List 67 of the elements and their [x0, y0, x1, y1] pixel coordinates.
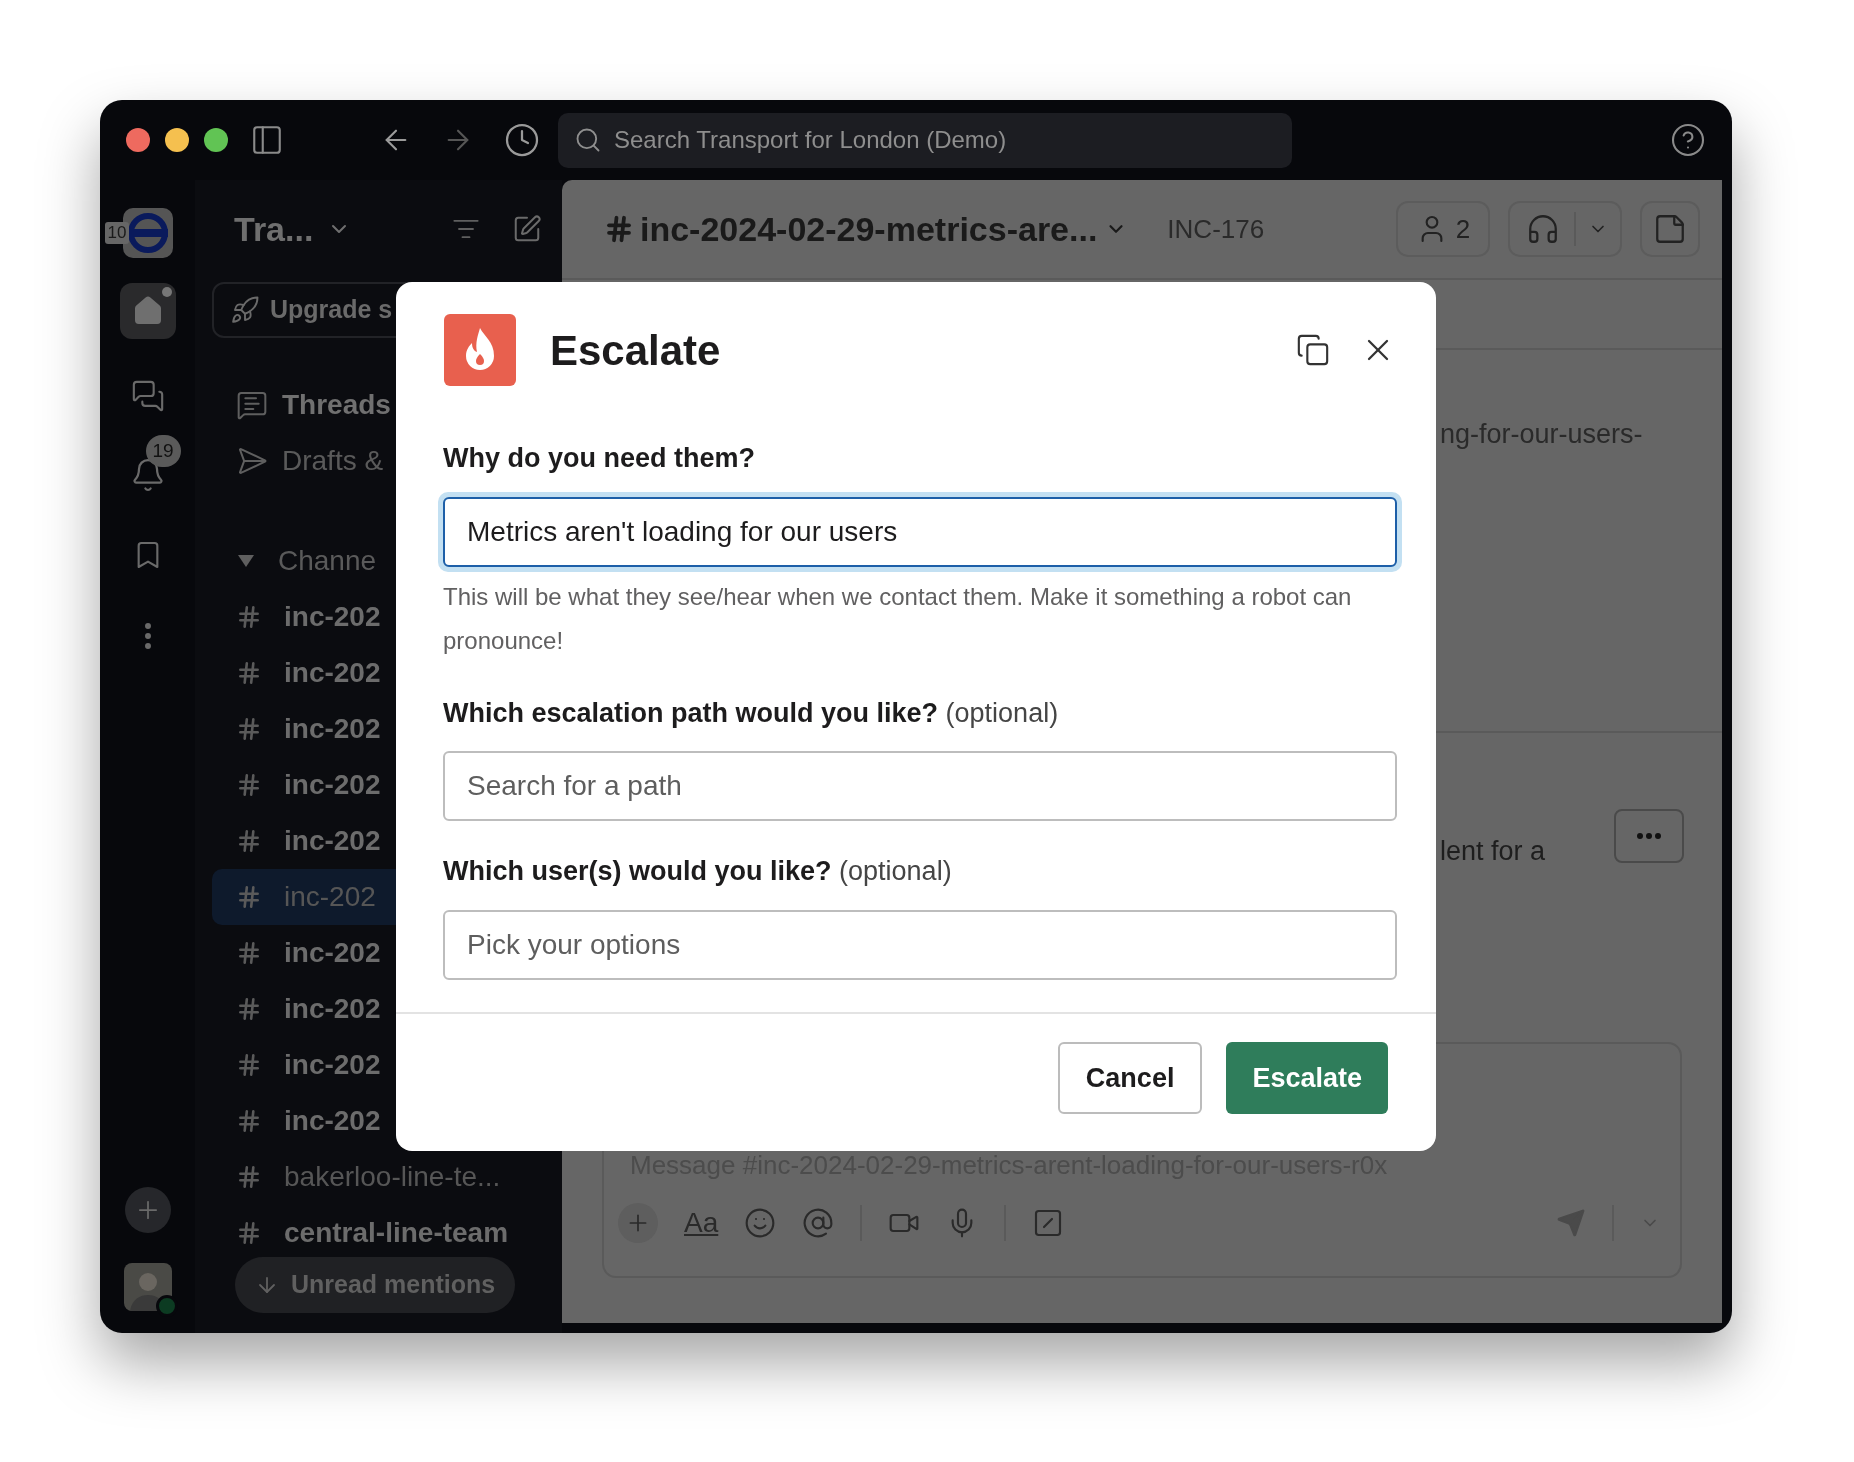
direct-messages-icon[interactable] [130, 379, 165, 413]
flame-icon [444, 314, 516, 386]
hash-icon [236, 884, 262, 910]
escalate-button[interactable]: Escalate [1226, 1042, 1388, 1115]
incident-id: INC-176 [1167, 212, 1265, 246]
add-workspace-button[interactable] [124, 1187, 171, 1233]
hash-icon [236, 1220, 262, 1246]
channel-title[interactable]: inc-2024-02-29-metrics-are... [640, 203, 1098, 255]
hash-icon [236, 604, 262, 630]
formatting-button[interactable]: Aa [684, 1202, 719, 1244]
channel-item[interactable]: inc-202 [212, 1093, 552, 1149]
ellipsis-icon [1637, 833, 1661, 839]
compose-icon[interactable] [512, 214, 542, 244]
minimize-window-button[interactable] [165, 128, 189, 152]
attach-button[interactable] [618, 1203, 658, 1243]
home-button[interactable] [119, 283, 176, 339]
members-button[interactable]: 2 [1396, 201, 1490, 257]
search-field[interactable]: Search Transport for London (Demo) [558, 112, 1292, 168]
hash-icon [236, 828, 262, 854]
hash-icon [236, 660, 262, 686]
huddle-button[interactable] [1508, 201, 1622, 257]
canvas-button[interactable] [1640, 201, 1700, 257]
send-icon [236, 445, 268, 477]
note-icon [1653, 212, 1687, 246]
cancel-button[interactable]: Cancel [1057, 1042, 1203, 1115]
copy-icon[interactable] [1296, 333, 1330, 367]
message-text: lent for a [1440, 835, 1546, 868]
text-field[interactable]: Pick your options [443, 909, 1397, 980]
hash-icon [236, 1108, 262, 1134]
workspace-badge: 10 [104, 222, 130, 244]
channel-item[interactable]: bakerloo-line-te... [212, 1149, 552, 1205]
dialog-title: Escalate [550, 325, 721, 376]
field-label: Why do you need them? [443, 443, 755, 473]
headphones-icon [1526, 212, 1560, 246]
close-window-button[interactable] [126, 128, 150, 152]
hash-icon [236, 1052, 262, 1078]
field-hint: This will be what they see/hear when we contact them. Make it something a robot can pronounce! [443, 581, 1353, 656]
history-icon[interactable] [504, 122, 540, 158]
threads-icon [236, 389, 268, 421]
unread-mentions-button[interactable]: Unread mentions [235, 1257, 516, 1313]
more-actions-button[interactable] [1614, 809, 1684, 863]
workspace-name[interactable]: Tra... [234, 203, 314, 255]
field-label: Which escalation path would you like? (optional) [443, 697, 1059, 728]
channel-item[interactable]: inc-202 [212, 1037, 552, 1093]
sidebar-toggle-icon[interactable] [250, 123, 284, 157]
hash-icon [236, 940, 262, 966]
rocket-icon [230, 295, 260, 325]
nav-item[interactable]: Drafts & [282, 440, 384, 482]
section-header[interactable]: Channe [278, 540, 377, 582]
search-icon [574, 126, 602, 154]
text-field[interactable]: Search for a path [443, 751, 1397, 821]
hash-icon [236, 772, 262, 798]
hash-icon [236, 996, 262, 1022]
notification-badge: 19 [145, 435, 181, 467]
text-field[interactable]: Metrics aren't loading for our users [438, 491, 1402, 572]
emoji-icon[interactable] [744, 1207, 777, 1239]
mention-icon[interactable] [802, 1207, 835, 1239]
avatar [123, 1263, 172, 1311]
help-icon[interactable] [1670, 122, 1706, 158]
nav-item[interactable]: Threads [282, 384, 391, 426]
collapse-caret-icon[interactable] [238, 555, 254, 567]
channel-item[interactable]: inc-202 [212, 981, 552, 1037]
message-text: ng-for-our-users- [1440, 419, 1643, 449]
hash-icon [604, 214, 634, 244]
hash-icon [236, 1164, 262, 1190]
hash-icon [236, 716, 262, 742]
maximize-window-button[interactable] [204, 128, 228, 152]
